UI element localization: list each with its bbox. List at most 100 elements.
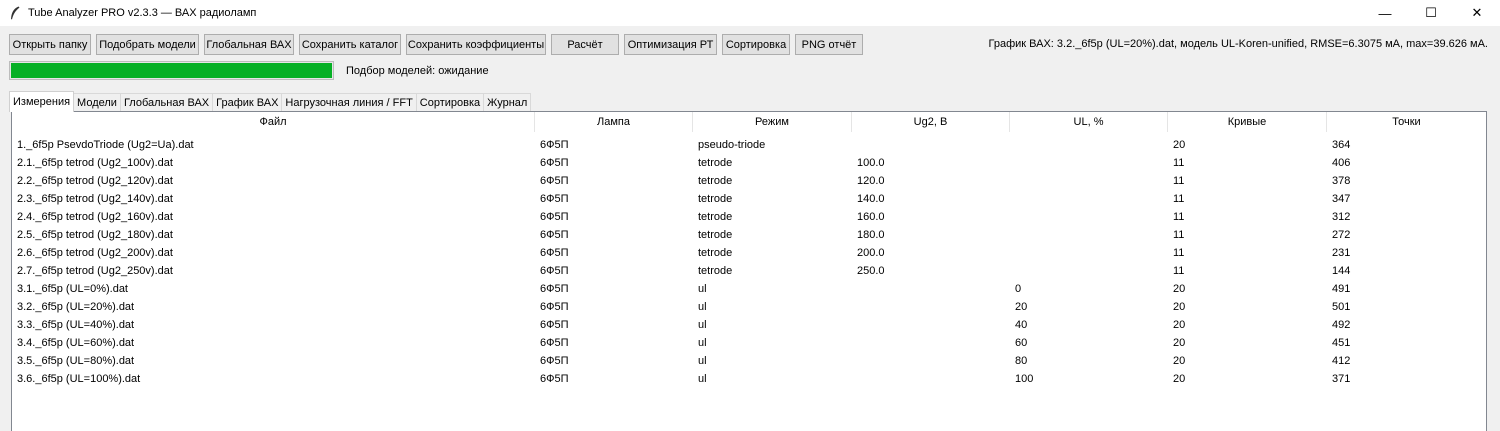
- column-header-ug2[interactable]: Ug2, В: [852, 112, 1010, 132]
- cell-points: 378: [1332, 175, 1351, 187]
- cell-ug2: [852, 136, 1010, 154]
- fit-models-button[interactable]: Подобрать модели: [96, 34, 199, 55]
- cell-mode: tetrode: [698, 247, 733, 259]
- cell-points: 364: [1332, 139, 1351, 151]
- cell-ug2: [852, 370, 1010, 388]
- column-header-points[interactable]: Точки: [1327, 112, 1486, 132]
- tab-models[interactable]: Модели: [73, 93, 121, 111]
- cell-tube: 6Ф5П: [540, 211, 569, 223]
- cell-curves: 11: [1173, 211, 1185, 223]
- cell-mode: tetrode: [698, 229, 733, 241]
- table-row[interactable]: 2.1._6f5p tetrod (Ug2_100v).dat 6Ф5П tetro…: [12, 154, 1486, 172]
- cell-tube: 6Ф5П: [540, 301, 569, 313]
- tab-global-iv[interactable]: Глобальная ВАХ: [119, 93, 214, 111]
- cell-ul: 0: [1015, 283, 1022, 295]
- cell-tube: 6Ф5П: [540, 247, 569, 259]
- cell-ul: 80: [1015, 355, 1028, 367]
- cell-mode: ul: [698, 283, 707, 295]
- tab-sorting[interactable]: Сортировка: [415, 93, 485, 111]
- cell-file: 3.1._6f5p (UL=0%).dat: [17, 283, 128, 295]
- cell-ul: [1010, 172, 1168, 190]
- table-row[interactable]: 3.5._6f5p (UL=80%).dat 6Ф5П ul 80 20 412: [12, 352, 1486, 370]
- global-iv-button[interactable]: Глобальная ВАХ: [204, 34, 294, 55]
- cell-points: 492: [1332, 319, 1351, 331]
- cell-file: 3.5._6f5p (UL=80%).dat: [17, 355, 135, 367]
- column-header-ul[interactable]: UL, %: [1010, 112, 1168, 132]
- table-row[interactable]: 2.2._6f5p tetrod (Ug2_120v).dat 6Ф5П tetro…: [12, 172, 1486, 190]
- cell-points: 501: [1332, 301, 1351, 313]
- close-button[interactable]: ✕: [1454, 0, 1500, 26]
- cell-ug2: 200.0: [857, 247, 885, 259]
- tab-log[interactable]: Журнал: [483, 93, 532, 111]
- table-row[interactable]: 2.5._6f5p tetrod (Ug2_180v).dat 6Ф5П tetro…: [12, 226, 1486, 244]
- cell-ul: [1010, 154, 1168, 172]
- measurements-table[interactable]: Файл Лампа Режим Ug2, В UL, % Кривые Точ…: [11, 111, 1487, 431]
- chart-status-text: График ВАХ: 3.2._6f5p (UL=20%).dat, моде…: [988, 38, 1488, 50]
- cell-points: 272: [1332, 229, 1351, 241]
- cell-file: 2.6._6f5p tetrod (Ug2_200v).dat: [17, 247, 173, 259]
- table-row[interactable]: 3.4._6f5p (UL=60%).dat 6Ф5П ul 60 20 451: [12, 334, 1486, 352]
- table-row[interactable]: 2.3._6f5p tetrod (Ug2_140v).dat 6Ф5П tetro…: [12, 190, 1486, 208]
- cell-mode: tetrode: [698, 193, 733, 205]
- save-catalog-button[interactable]: Сохранить каталог: [299, 34, 401, 55]
- tab-load-line-fft[interactable]: Нагрузочная линия / FFT: [281, 93, 417, 111]
- png-report-button[interactable]: PNG отчёт: [795, 34, 863, 55]
- cell-ug2: 140.0: [857, 193, 885, 205]
- feather-icon: [10, 6, 22, 20]
- save-coefficients-button[interactable]: Сохранить коэффициенты: [406, 34, 546, 55]
- open-folder-button[interactable]: Открыть папку: [9, 34, 91, 55]
- cell-ul: 100: [1015, 373, 1034, 385]
- cell-tube: 6Ф5П: [540, 157, 569, 169]
- table-row[interactable]: 3.6._6f5p (UL=100%).dat 6Ф5П ul 100 20 371: [12, 370, 1486, 388]
- cell-tube: 6Ф5П: [540, 175, 569, 187]
- window-controls: — ☐ ✕: [1362, 0, 1500, 26]
- cell-mode: tetrode: [698, 157, 733, 169]
- optimize-op-button[interactable]: Оптимизация РТ: [624, 34, 717, 55]
- tab-measurements[interactable]: Измерения: [9, 91, 75, 112]
- column-header-curves[interactable]: Кривые: [1168, 112, 1327, 132]
- progress-fill: [11, 63, 332, 78]
- title-bar[interactable]: Tube Analyzer PRO v2.3.3 — ВАХ радиоламп…: [0, 0, 1500, 26]
- cell-tube: 6Ф5П: [540, 193, 569, 205]
- cell-curves: 20: [1173, 373, 1186, 385]
- cell-file: 3.4._6f5p (UL=60%).dat: [17, 337, 135, 349]
- cell-points: 451: [1332, 337, 1351, 349]
- cell-ul: 20: [1015, 301, 1028, 313]
- cell-ug2: 160.0: [857, 211, 885, 223]
- cell-file: 2.1._6f5p tetrod (Ug2_100v).dat: [17, 157, 173, 169]
- cell-ul: [1010, 262, 1168, 280]
- progress-status-label: Подбор моделей: ожидание: [346, 65, 489, 77]
- table-row[interactable]: 3.1._6f5p (UL=0%).dat 6Ф5П ul 0 20 491: [12, 280, 1486, 298]
- cell-file: 2.7._6f5p tetrod (Ug2_250v).dat: [17, 265, 173, 277]
- column-header-tube[interactable]: Лампа: [535, 112, 693, 132]
- cell-ul: [1010, 226, 1168, 244]
- column-header-mode[interactable]: Режим: [693, 112, 852, 132]
- table-row[interactable]: 3.2._6f5p (UL=20%).dat 6Ф5П ul 20 20 501: [12, 298, 1486, 316]
- cell-file: 3.6._6f5p (UL=100%).dat: [17, 373, 141, 385]
- table-row[interactable]: 2.6._6f5p tetrod (Ug2_200v).dat 6Ф5П tetro…: [12, 244, 1486, 262]
- cell-mode: ul: [698, 355, 707, 367]
- maximize-button[interactable]: ☐: [1408, 0, 1454, 26]
- table-row[interactable]: 2.7._6f5p tetrod (Ug2_250v).dat 6Ф5П tetro…: [12, 262, 1486, 280]
- table-row[interactable]: 2.4._6f5p tetrod (Ug2_160v).dat 6Ф5П tetro…: [12, 208, 1486, 226]
- cell-tube: 6Ф5П: [540, 139, 569, 151]
- cell-mode: pseudo-triode: [698, 139, 766, 151]
- cell-curves: 20: [1173, 355, 1186, 367]
- cell-tube: 6Ф5П: [540, 373, 569, 385]
- cell-ug2: [852, 298, 1010, 316]
- cell-mode: tetrode: [698, 211, 733, 223]
- cell-ug2: 180.0: [857, 229, 885, 241]
- tab-iv-chart[interactable]: График ВАХ: [212, 93, 283, 111]
- cell-ul: [1010, 190, 1168, 208]
- cell-curves: 20: [1173, 337, 1186, 349]
- cell-mode: ul: [698, 301, 707, 313]
- sorting-button[interactable]: Сортировка: [722, 34, 790, 55]
- cell-mode: ul: [698, 373, 707, 385]
- table-row[interactable]: 1._6f5p PsevdoTriode (Ug2=Ua).dat 6Ф5П pse…: [12, 136, 1486, 154]
- cell-file: 1._6f5p PsevdoTriode (Ug2=Ua).dat: [17, 139, 194, 151]
- table-row[interactable]: 3.3._6f5p (UL=40%).dat 6Ф5П ul 40 20 492: [12, 316, 1486, 334]
- column-header-file[interactable]: Файл: [12, 112, 535, 132]
- minimize-button[interactable]: —: [1362, 0, 1408, 26]
- window-title: Tube Analyzer PRO v2.3.3 — ВАХ радиоламп: [28, 7, 257, 19]
- calculate-button[interactable]: Расчёт: [551, 34, 619, 55]
